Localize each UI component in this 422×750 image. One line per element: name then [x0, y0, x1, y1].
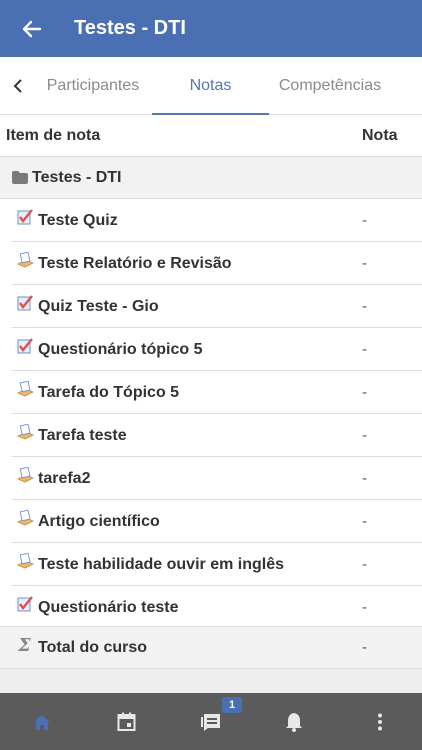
item-grade: -	[362, 298, 367, 315]
item-grade: -	[362, 255, 367, 272]
item-label: Quiz Teste - Gio	[38, 297, 159, 315]
item-label: Teste Quiz	[38, 211, 118, 229]
tab-notas[interactable]: Notas	[152, 57, 269, 116]
page-title: Testes - DTI	[74, 17, 186, 39]
tab-bar: Participantes Notas Competências	[0, 57, 422, 116]
chevron-left-icon	[13, 79, 22, 93]
table-row[interactable]: Questionário tópico 5 -	[0, 328, 422, 371]
item-label: Questionário tópico 5	[38, 340, 203, 358]
nav-home-button[interactable]	[0, 693, 84, 750]
home-icon	[34, 714, 50, 730]
nav-calendar-button[interactable]	[84, 693, 168, 750]
sigma-icon: Σ	[18, 635, 31, 656]
folder-icon	[12, 171, 28, 184]
category-label: Testes - DTI	[32, 168, 122, 186]
messages-icon	[200, 714, 220, 731]
table-row[interactable]: Artigo científico -	[0, 500, 422, 543]
item-label: Tarefa do Tópico 5	[38, 383, 180, 401]
tab-participantes[interactable]: Participantes	[34, 57, 152, 115]
item-label: Questionário teste	[38, 598, 179, 616]
item-grade: -	[362, 513, 367, 530]
messages-badge: 1	[222, 697, 242, 713]
course-total-row: Σ Total do curso -	[0, 626, 422, 669]
quiz-icon	[17, 596, 33, 612]
table-row[interactable]: tarefa2 -	[0, 457, 422, 500]
item-label: Artigo científico	[38, 512, 160, 530]
table-row[interactable]: Quiz Teste - Gio -	[0, 285, 422, 328]
table-row[interactable]: Teste Relatório e Revisão -	[0, 242, 422, 285]
arrow-back-icon	[22, 20, 42, 37]
category-row: Testes - DTI	[0, 157, 422, 199]
table-row[interactable]: Tarefa do Tópico 5 -	[0, 371, 422, 414]
table-header: Item de nota Nota	[0, 115, 422, 157]
total-label: Total do curso	[38, 638, 148, 656]
back-button[interactable]	[0, 0, 64, 57]
quiz-icon	[17, 209, 33, 225]
item-label: tarefa2	[38, 469, 91, 487]
item-grade: -	[362, 212, 367, 229]
table-row[interactable]: Tarefa teste -	[0, 414, 422, 457]
item-label: Teste habilidade ouvir em inglês	[38, 555, 284, 573]
table-row[interactable]: Teste habilidade ouvir em inglês -	[0, 543, 422, 586]
assignment-icon	[17, 252, 34, 268]
tab-competencias[interactable]: Competências	[269, 57, 391, 115]
table-row[interactable]: Questionário teste -	[0, 586, 422, 629]
more-vertical-icon	[378, 713, 382, 730]
bottom-nav	[0, 693, 422, 750]
grade-items-list: Teste Quiz - Teste Relatório e Revisão -…	[0, 199, 422, 629]
column-header-grade: Nota	[362, 126, 398, 144]
content-bottom-spacer	[0, 669, 422, 693]
table-row[interactable]: Teste Quiz -	[0, 199, 422, 242]
item-label: Teste Relatório e Revisão	[38, 254, 232, 272]
assignment-icon	[17, 553, 34, 569]
assignment-icon	[17, 381, 34, 397]
item-grade: -	[362, 556, 367, 573]
app-bar: Testes - DTI	[0, 0, 422, 57]
quiz-icon	[17, 295, 33, 311]
calendar-icon	[117, 712, 135, 731]
quiz-icon	[17, 338, 33, 354]
assignment-icon	[17, 424, 34, 440]
item-grade: -	[362, 427, 367, 444]
item-label: Tarefa teste	[38, 426, 127, 444]
column-header-item: Item de nota	[6, 126, 101, 144]
assignment-icon	[17, 467, 34, 483]
bell-icon	[286, 712, 302, 732]
tabs-prev-button[interactable]	[6, 57, 30, 115]
item-grade: -	[362, 341, 367, 358]
assignment-icon	[17, 510, 34, 526]
item-grade: -	[362, 599, 367, 616]
nav-more-button[interactable]	[338, 693, 422, 750]
item-grade: -	[362, 470, 367, 487]
item-grade: -	[362, 384, 367, 401]
nav-notifications-button[interactable]	[252, 693, 336, 750]
total-grade: -	[362, 639, 367, 656]
